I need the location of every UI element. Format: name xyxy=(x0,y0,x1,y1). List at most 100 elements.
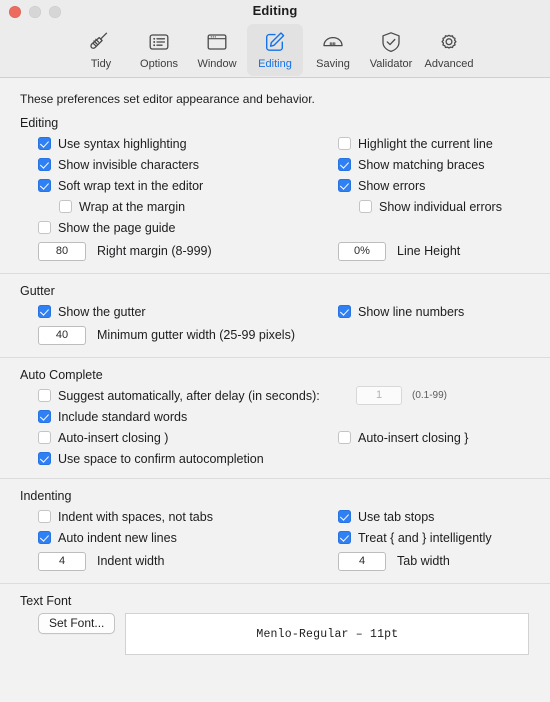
checkbox-use-syntax-highlighting[interactable] xyxy=(38,137,51,150)
tab-width-input[interactable]: 4 xyxy=(338,551,386,571)
checkbox-soft-wrap-text[interactable] xyxy=(38,179,51,192)
checkbox-show-the-page-guide[interactable] xyxy=(38,221,51,234)
toolbar-item-label: Options xyxy=(140,58,178,70)
checkbox-auto-insert-closing-paren[interactable] xyxy=(38,431,51,444)
section-indenting: Indenting Indent with spaces, not tabs U… xyxy=(0,479,550,584)
preference-field-row: 40 Minimum gutter width (25-99 pixels) xyxy=(0,322,550,348)
toolbar-item-saving[interactable]: Saving xyxy=(305,24,361,76)
row-left: Indent with spaces, not tabs xyxy=(38,510,338,524)
row-right: Show matching braces xyxy=(338,158,484,172)
gutter-width-input[interactable]: 40 xyxy=(38,325,86,345)
checkbox-label: Use syntax highlighting xyxy=(58,136,187,151)
checkbox-label: Soft wrap text in the editor xyxy=(58,178,204,193)
row-left: Auto indent new lines xyxy=(38,531,338,545)
row-left: Suggest automatically, after delay (in s… xyxy=(38,389,356,403)
line-height-input[interactable]: 0% xyxy=(338,241,386,261)
checkbox-show-errors[interactable] xyxy=(338,179,351,192)
preference-row: Auto-insert closing ) Auto-insert closin… xyxy=(0,427,550,448)
right-margin-input[interactable]: 80 xyxy=(38,241,86,261)
toolbar-item-validator[interactable]: Validator xyxy=(363,24,419,76)
row-left: Use space to confirm autocompletion xyxy=(38,452,338,466)
checkbox-indent-with-spaces[interactable] xyxy=(38,510,51,523)
section-title-text-font: Text Font xyxy=(20,594,72,608)
window-title: Editing xyxy=(252,3,298,18)
toolbar-item-label: Advanced xyxy=(424,58,474,70)
row-left: Include standard words xyxy=(38,410,338,424)
checkbox-label: Show the page guide xyxy=(58,220,176,235)
checkbox-label: Auto indent new lines xyxy=(58,530,177,545)
checkbox-show-matching-braces[interactable] xyxy=(338,158,351,171)
row-left: Show the gutter xyxy=(38,305,338,319)
checkbox-suggest-automatically[interactable] xyxy=(38,389,51,402)
toolbar-item-tidy[interactable]: Tidy xyxy=(73,24,129,76)
preference-row: Wrap at the margin Show individual error… xyxy=(0,196,550,217)
checkbox-use-tab-stops[interactable] xyxy=(338,510,351,523)
preference-row: Auto indent new lines Treat { and } inte… xyxy=(0,527,550,548)
preference-row: Indent with spaces, not tabs Use tab sto… xyxy=(0,506,550,527)
toolbar-item-editing[interactable]: Editing xyxy=(247,24,303,76)
checkbox-use-space-to-confirm[interactable] xyxy=(38,452,51,465)
checkbox-auto-indent-new-lines[interactable] xyxy=(38,531,51,544)
font-preview-text: Menlo-Regular – 11pt xyxy=(256,627,399,641)
row-right: Show individual errors xyxy=(338,200,502,214)
row-left: 80 Right margin (8-999) xyxy=(38,241,338,261)
checkbox-label: Auto-insert closing } xyxy=(358,430,469,445)
row-right: Show errors xyxy=(338,179,425,193)
checkbox-label: Auto-insert closing ) xyxy=(58,430,169,445)
preference-row: Show the page guide xyxy=(0,217,550,238)
suggest-delay-input[interactable]: 1 xyxy=(356,386,402,405)
pencil-square-icon xyxy=(263,29,287,55)
checkbox-label: Include standard words xyxy=(58,409,188,424)
checkbox-label: Show line numbers xyxy=(358,304,465,319)
checkbox-show-invisible-characters[interactable] xyxy=(38,158,51,171)
row-left: Wrap at the margin xyxy=(38,200,338,214)
line-height-label: Line Height xyxy=(397,244,461,258)
checkbox-wrap-at-the-margin[interactable] xyxy=(59,200,72,213)
preference-row: Use syntax highlighting Highlight the cu… xyxy=(0,133,550,154)
checkbox-show-individual-errors[interactable] xyxy=(359,200,372,213)
checkbox-label: Show invisible characters xyxy=(58,157,200,172)
gear-icon xyxy=(437,29,461,55)
preferences-window: Editing Tidy Options Window Editing Savi… xyxy=(0,0,550,702)
row-left: Show invisible characters xyxy=(38,158,338,172)
indent-width-input[interactable]: 4 xyxy=(38,551,86,571)
checkbox-show-the-gutter[interactable] xyxy=(38,305,51,318)
checkbox-show-line-numbers[interactable] xyxy=(338,305,351,318)
checkbox-label: Show matching braces xyxy=(358,157,485,172)
row-right: Highlight the current line xyxy=(338,137,493,151)
checkbox-treat-braces-intelligently[interactable] xyxy=(338,531,351,544)
row-right: Show line numbers xyxy=(338,305,464,319)
intro-text: These preferences set editor appearance … xyxy=(20,92,315,106)
preference-row: Show invisible characters Show matching … xyxy=(0,154,550,175)
preference-field-row: 4 Indent width 4 Tab width xyxy=(0,548,550,574)
row-left: Auto-insert closing ) xyxy=(38,431,338,445)
toolbar-item-advanced[interactable]: Advanced xyxy=(421,24,477,76)
right-margin-label: Right margin (8-999) xyxy=(97,244,212,258)
toolbar-item-label: Editing xyxy=(258,58,292,70)
preference-row: Suggest automatically, after delay (in s… xyxy=(0,385,550,406)
row-left: Soft wrap text in the editor xyxy=(38,179,338,193)
checkbox-label: Treat { and } intelligently xyxy=(358,530,492,545)
preference-row: Use space to confirm autocompletion xyxy=(0,448,550,469)
drive-icon xyxy=(321,29,345,55)
row-left: 4 Indent width xyxy=(38,551,338,571)
broom-icon xyxy=(89,29,113,55)
checkbox-highlight-current-line[interactable] xyxy=(338,137,351,150)
row-right: Use tab stops xyxy=(338,510,434,524)
checkbox-label: Wrap at the margin xyxy=(79,199,186,214)
checkbox-auto-insert-closing-brace[interactable] xyxy=(338,431,351,444)
set-font-button[interactable]: Set Font... xyxy=(38,613,116,634)
toolbar-item-window[interactable]: Window xyxy=(189,24,245,76)
section-gutter: Gutter Show the gutter Show line numbers… xyxy=(0,274,550,358)
shield-check-icon xyxy=(379,29,403,55)
preference-row: Include standard words xyxy=(0,406,550,427)
gutter-width-label: Minimum gutter width (25-99 pixels) xyxy=(97,328,295,342)
section-auto-complete: Auto Complete Suggest automatically, aft… xyxy=(0,358,550,479)
section-title-editing: Editing xyxy=(20,116,59,130)
checkbox-label: Use space to confirm autocompletion xyxy=(58,451,264,466)
checkbox-label: Show errors xyxy=(358,178,426,193)
suggest-delay-hint: (0.1-99) xyxy=(412,390,448,401)
preference-row: Soft wrap text in the editor Show errors xyxy=(0,175,550,196)
checkbox-include-standard-words[interactable] xyxy=(38,410,51,423)
toolbar-item-options[interactable]: Options xyxy=(131,24,187,76)
